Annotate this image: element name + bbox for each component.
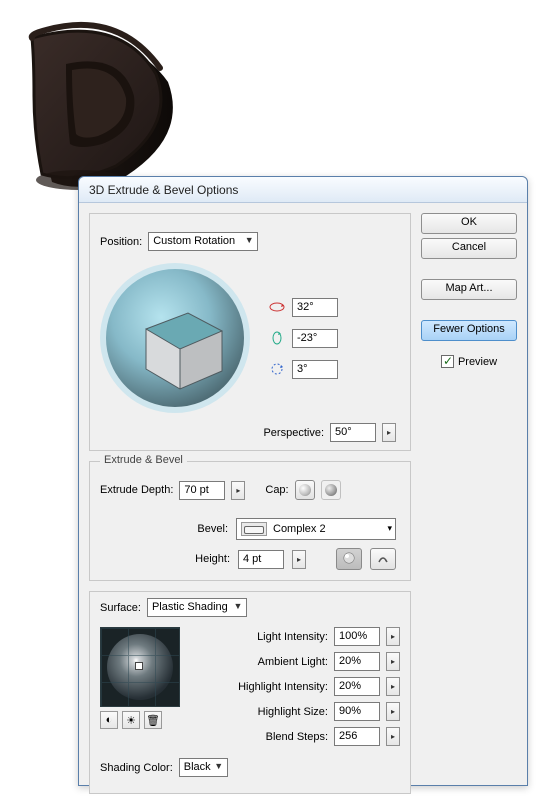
bevel-dropdown-value: Complex 2 <box>273 523 326 535</box>
surface-label: Surface: <box>100 602 141 614</box>
light-back-button[interactable]: ◐ <box>100 711 118 729</box>
bevel-height-label: Height: <box>195 553 230 565</box>
light-intensity-label: Light Intensity: <box>200 631 328 643</box>
bevel-out-icon <box>376 551 390 568</box>
position-label: Position: <box>100 236 142 248</box>
bevel-thumb-icon <box>241 522 267 536</box>
ambient-light-input[interactable]: 20% <box>334 652 380 671</box>
cap-on-button[interactable] <box>295 480 315 500</box>
trackball-cube-icon <box>136 303 230 393</box>
shading-color-value: Black <box>184 761 211 773</box>
bevel-height-input[interactable]: 4 pt <box>238 550 284 569</box>
group-extrude-bevel: Extrude & Bevel Extrude Depth: 70 pt ▸ C… <box>89 461 411 581</box>
checkmark-icon: ✓ <box>443 354 453 368</box>
ok-button[interactable]: OK <box>421 213 517 234</box>
perspective-input[interactable]: 50° <box>330 423 376 442</box>
bevel-extent-in-button[interactable] <box>336 548 362 570</box>
light-intensity-input[interactable]: 100% <box>334 627 380 646</box>
ambient-light-stepper[interactable]: ▸ <box>386 652 400 671</box>
rotate-z-icon <box>268 362 286 376</box>
light-back-icon: ◐ <box>106 714 113 726</box>
preview-checkbox[interactable]: ✓ <box>441 355 454 368</box>
highlight-intensity-stepper[interactable]: ▸ <box>386 677 400 696</box>
surface-dropdown-value: Plastic Shading <box>152 601 228 613</box>
trash-icon: 🗑 <box>146 714 160 727</box>
bevel-extent-out-button[interactable] <box>370 548 396 570</box>
shading-color-label: Shading Color: <box>100 762 173 774</box>
rotate-z-input[interactable]: 3° <box>292 360 338 379</box>
cancel-button[interactable]: Cancel <box>421 238 517 259</box>
bevel-label: Bevel: <box>197 523 228 535</box>
rotate-x-input[interactable]: 32° <box>292 298 338 317</box>
group-position: Position: Custom Rotation ▼ <box>89 213 411 451</box>
rotate-x-icon <box>268 300 286 314</box>
new-light-button[interactable]: ☀ <box>122 711 140 729</box>
cap-solid-icon <box>299 484 311 496</box>
new-light-icon: ☀ <box>126 714 136 727</box>
highlight-size-input[interactable]: 90% <box>334 702 380 721</box>
extrude-depth-input[interactable]: 70 pt <box>179 481 225 500</box>
chevron-down-icon: ▾ <box>387 523 392 534</box>
dialog-title: 3D Extrude & Bevel Options <box>79 177 527 203</box>
chevron-down-icon: ▼ <box>232 601 244 611</box>
blend-steps-stepper[interactable]: ▸ <box>386 727 400 746</box>
fewer-options-button[interactable]: Fewer Options <box>421 320 517 341</box>
shading-color-dropdown[interactable]: Black ▼ <box>179 758 228 777</box>
extrude-depth-label: Extrude Depth: <box>100 484 173 496</box>
light-sphere[interactable] <box>100 627 180 707</box>
bevel-dropdown[interactable]: Complex 2 ▾ <box>236 518 396 540</box>
preview-label: Preview <box>458 356 497 368</box>
highlight-size-stepper[interactable]: ▸ <box>386 702 400 721</box>
extrude-group-label: Extrude & Bevel <box>100 454 187 466</box>
cap-hollow-icon <box>325 484 337 496</box>
highlight-intensity-input[interactable]: 20% <box>334 677 380 696</box>
light-intensity-stepper[interactable]: ▸ <box>386 627 400 646</box>
dialog-3d-extrude-bevel: 3D Extrude & Bevel Options Position: Cus… <box>78 176 528 786</box>
perspective-stepper[interactable]: ▸ <box>382 423 396 442</box>
map-art-button[interactable]: Map Art... <box>421 279 517 300</box>
highlight-intensity-label: Highlight Intensity: <box>200 681 328 693</box>
surface-dropdown[interactable]: Plastic Shading ▼ <box>147 598 247 617</box>
position-dropdown-value: Custom Rotation <box>153 235 235 247</box>
blend-steps-input[interactable]: 256 <box>334 727 380 746</box>
blend-steps-label: Blend Steps: <box>200 731 328 743</box>
chevron-down-icon: ▼ <box>243 235 255 245</box>
bevel-in-icon <box>342 551 356 568</box>
group-surface: Surface: Plastic Shading ▼ ◐ <box>89 591 411 794</box>
delete-light-button[interactable]: 🗑 <box>144 711 162 729</box>
perspective-label: Perspective: <box>263 427 324 439</box>
position-dropdown[interactable]: Custom Rotation ▼ <box>148 232 258 251</box>
ambient-light-label: Ambient Light: <box>200 656 328 668</box>
cap-label: Cap: <box>265 484 288 496</box>
rotate-y-input[interactable]: -23° <box>292 329 338 348</box>
chevron-down-icon: ▼ <box>213 761 225 771</box>
rotation-trackball[interactable] <box>100 263 250 413</box>
rotate-y-icon <box>268 331 286 345</box>
bevel-height-stepper[interactable]: ▸ <box>292 550 306 569</box>
highlight-size-label: Highlight Size: <box>200 706 328 718</box>
extrude-depth-stepper[interactable]: ▸ <box>231 481 245 500</box>
light-handle[interactable] <box>135 662 143 670</box>
cap-off-button[interactable] <box>321 480 341 500</box>
